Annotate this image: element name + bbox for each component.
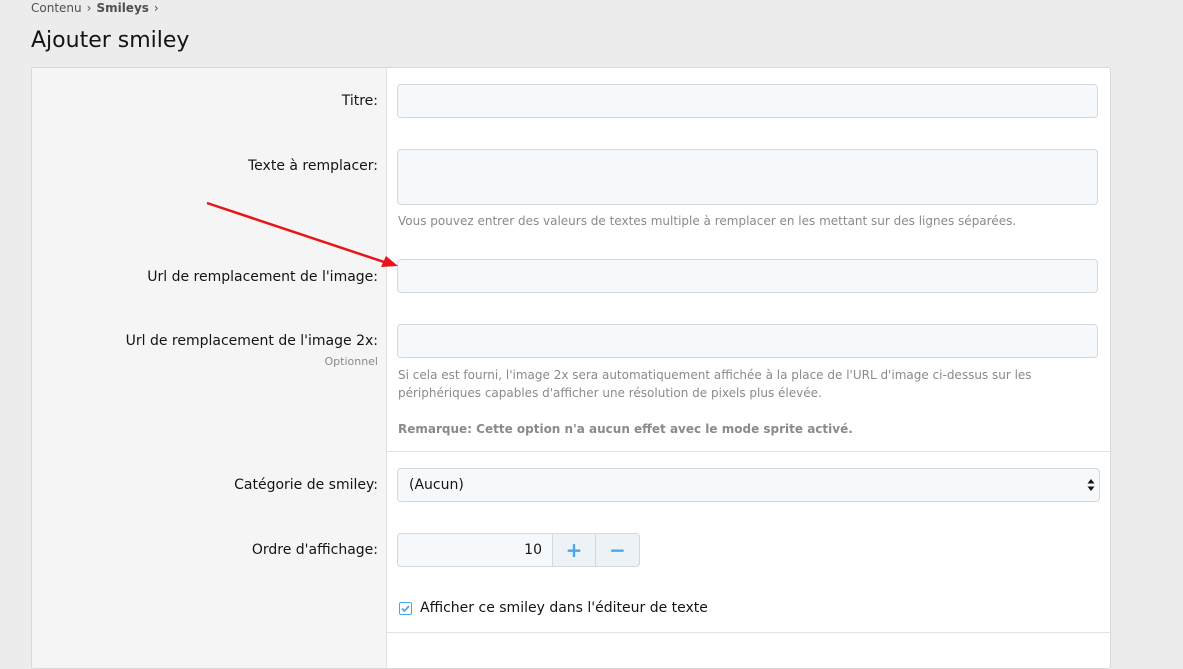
breadcrumb-contenu[interactable]: Contenu [31, 1, 82, 15]
image-url-input[interactable] [397, 259, 1098, 293]
replace-text-label: Texte à remplacer: [248, 158, 378, 174]
category-label: Catégorie de smiley: [234, 477, 378, 493]
display-order-label: Ordre d'affichage: [251, 542, 378, 558]
sort-caret-icon [1087, 479, 1095, 491]
show-in-editor-label: Afficher ce smiley dans l'éditeur de tex… [420, 600, 708, 616]
replace-text-hint: Vous pouvez entrer des valeurs de textes… [398, 214, 1017, 228]
form-divider-bottom [387, 632, 1110, 633]
smiley-form: Titre: Texte à remplacer: Vous pouvez en… [31, 67, 1111, 669]
image-url-label: Url de remplacement de l'image: [147, 269, 378, 285]
replace-text-input[interactable] [397, 149, 1098, 205]
display-order-stepper: 10 + − [397, 533, 640, 567]
chevron-right-icon: › [153, 1, 159, 15]
show-in-editor-checkbox[interactable] [399, 601, 412, 615]
page-title: Ajouter smiley [31, 28, 190, 53]
image-url-2x-label: Url de remplacement de l'image 2x: [125, 333, 378, 349]
increment-button[interactable]: + [552, 533, 596, 567]
title-label: Titre: [341, 93, 378, 109]
category-selected-value: (Aucun) [409, 477, 464, 493]
image-url-2x-hint: Si cela est fourni, l'image 2x sera auto… [398, 368, 1032, 400]
image-url-2x-input[interactable] [397, 324, 1098, 358]
check-icon [401, 604, 410, 612]
decrement-button[interactable]: − [596, 533, 640, 567]
form-divider [387, 451, 1110, 452]
optional-hint: Optionnel [324, 355, 378, 368]
title-input[interactable] [397, 84, 1098, 118]
show-in-editor-option[interactable]: Afficher ce smiley dans l'éditeur de tex… [399, 600, 708, 616]
breadcrumb: Contenu › Smileys › [31, 1, 164, 15]
sprite-mode-note: Remarque: Cette option n'a aucun effet a… [398, 422, 853, 436]
breadcrumb-smileys[interactable]: Smileys [96, 1, 148, 15]
chevron-right-icon: › [86, 1, 92, 15]
category-select[interactable]: (Aucun) [397, 468, 1100, 502]
display-order-input[interactable]: 10 [397, 533, 552, 567]
